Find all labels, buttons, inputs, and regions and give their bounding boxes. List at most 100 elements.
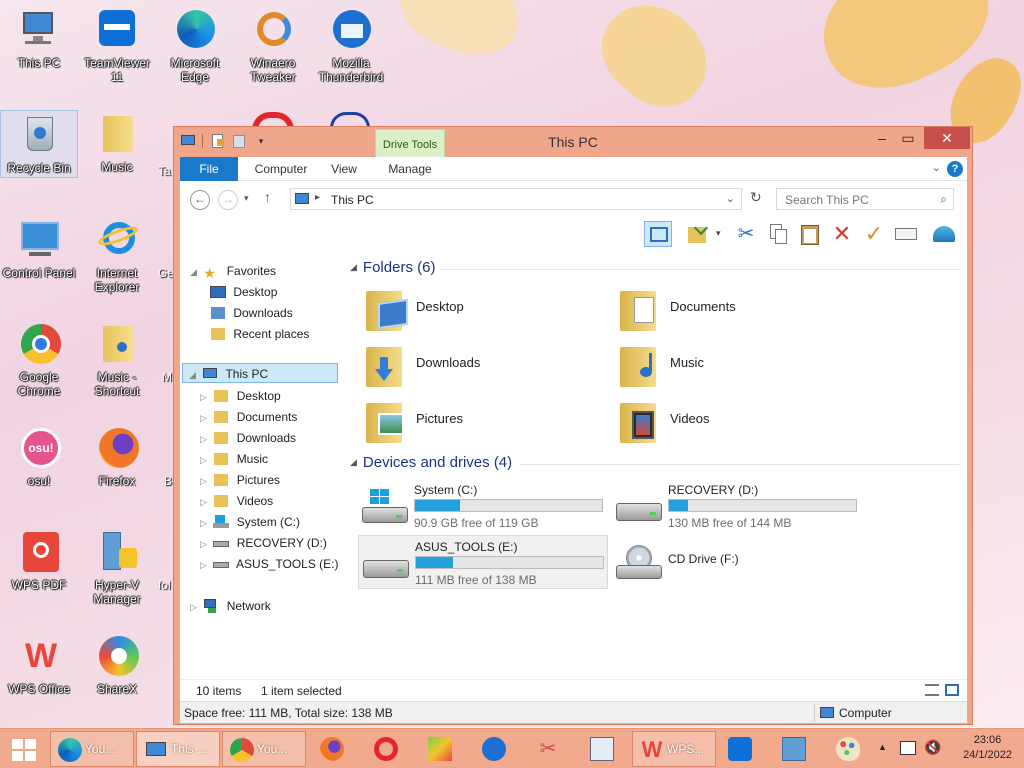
recent-locations-icon[interactable]: ▾ [244,193,249,204]
expand-arrow-icon[interactable]: ▷ [200,555,210,575]
clock[interactable]: 23:06 24/1/2022 [963,733,1012,763]
rename-icon[interactable] [892,221,920,247]
desktop-icon-edge[interactable]: Microsoft Edge [156,6,234,84]
maximize-button[interactable]: ▭ [894,127,922,149]
nav-pc-downloads[interactable]: ▷ Downloads [200,428,296,448]
collapse-caret-icon[interactable]: ◢ [350,262,357,272]
search-icon[interactable]: ⌕ [940,192,947,207]
explorer-window[interactable]: ▾ Drive Tools This PC – ▭ ✕ File Compute… [173,126,973,725]
folders-group-header[interactable]: ◢ Folders (6) [350,259,435,276]
address-bar[interactable]: ▸ This PC ⌄ [290,188,742,210]
desktop-icon-this-pc[interactable]: This PC [0,6,78,70]
dropdown-icon[interactable]: ▾ [716,228,721,239]
desktop-icon-sharex[interactable]: ShareX [78,632,156,696]
nav-this-pc[interactable]: ◢ This PC [182,363,338,383]
taskbar-teamviewer[interactable] [718,731,762,767]
desktop-icon-teamviewer[interactable]: TeamViewer 11 [78,6,156,84]
collapse-arrow-icon[interactable]: ◢ [190,262,200,282]
minimize-button[interactable]: – [868,127,896,149]
show-hidden-icons-icon[interactable]: ▲ [878,742,887,752]
taskbar-firefox[interactable] [310,731,354,767]
close-button[interactable]: ✕ [924,127,970,149]
expand-arrow-icon[interactable]: ▷ [200,471,210,491]
nav-favorites[interactable]: ◢ ★ Favorites [190,261,276,281]
folder-videos[interactable]: Videos [614,395,854,449]
nav-pc-videos[interactable]: ▷ Videos [200,491,273,511]
forward-button[interactable]: → [218,190,238,210]
checkmark-icon[interactable]: ✓ [860,221,888,247]
taskbar-edge[interactable]: You... [50,731,134,767]
collapse-caret-icon[interactable]: ◢ [350,457,357,467]
copy-icon[interactable] [764,221,792,247]
nav-pc-music[interactable]: ▷ Music [200,449,268,469]
preview-pane-icon[interactable] [644,221,672,247]
delete-icon[interactable]: ✕ [828,221,856,247]
taskbar-explorer[interactable]: This ... [136,731,220,767]
desktop-icon-recycle-bin[interactable]: Recycle Bin [0,110,78,178]
network-status-icon[interactable] [900,741,916,755]
nav-favorite-recent-places[interactable]: Recent places [210,324,309,344]
nav-favorite-desktop[interactable]: Desktop [210,282,277,302]
desktop-icon-control-panel[interactable]: Control Panel [0,216,78,280]
expand-arrow-icon[interactable]: ▷ [200,450,210,470]
folder-documents[interactable]: Documents [614,283,854,337]
collapse-arrow-icon[interactable]: ◢ [189,365,199,385]
folder-pictures[interactable]: Pictures [360,395,600,449]
title-bar[interactable]: ▾ Drive Tools This PC – ▭ ✕ [174,127,972,157]
expand-arrow-icon[interactable]: ▷ [200,408,210,428]
tab-file[interactable]: File [180,157,238,181]
expand-arrow-icon[interactable]: ▷ [200,387,210,407]
nav-pc-desktop[interactable]: ▷ Desktop [200,386,281,406]
expand-arrow-icon[interactable]: ▷ [200,492,210,512]
taskbar-thunderbird[interactable] [472,731,516,767]
desktop-icon-music[interactable]: Music [78,110,156,174]
drive-cd-f[interactable]: CD Drive (F:) [612,535,862,589]
nav-network[interactable]: ▷ Network [190,596,271,616]
desktop-icon-internet-explorer[interactable]: Internet Explorer [78,216,156,294]
desktop-icon-music-shortcut[interactable]: Music - Shortcut [78,320,156,398]
taskbar-resource-monitor[interactable] [580,731,624,767]
back-button[interactable]: ← [190,190,210,210]
drive-recovery-d[interactable]: RECOVERY (D:) 130 MB free of 144 MB [612,479,862,533]
large-icons-view-icon[interactable] [945,684,959,696]
folder-desktop[interactable]: Desktop [360,283,600,337]
up-button[interactable]: ↑ [264,189,271,205]
paste-icon[interactable] [796,221,824,247]
taskbar-wps[interactable]: W WPS... [632,731,716,767]
expand-arrow-icon[interactable]: ▷ [200,534,210,554]
desktop-icon-hyper-v[interactable]: Hyper-V Manager [78,528,156,606]
help-icon[interactable]: ? [947,161,963,177]
folder-downloads[interactable]: Downloads [360,339,600,393]
desktop-icon-wps-pdf[interactable]: WPS PDF [0,528,78,592]
volume-muted-icon[interactable]: 🔇 [924,739,941,756]
breadcrumb[interactable]: This PC [331,193,374,207]
tab-view[interactable]: View [324,157,364,181]
nav-pc-documents[interactable]: ▷ Documents [200,407,297,427]
nav-pc-pictures[interactable]: ▷ Pictures [200,470,280,490]
search-box[interactable]: Search This PC ⌕ [776,188,954,210]
properties-folder-icon[interactable] [684,220,712,247]
nav-pc-asus-tools-e[interactable]: ▷ ASUS_TOOLS (E:) [200,554,339,574]
taskbar-hyper-v[interactable] [772,731,816,767]
drive-asus-tools-e[interactable]: ASUS_TOOLS (E:) 111 MB free of 138 MB [358,535,608,589]
taskbar-opera[interactable] [364,731,408,767]
desktop-icon-thunderbird[interactable]: Mozilla Thunderbird [312,6,390,84]
desktop-icon-firefox[interactable]: Firefox [78,424,156,488]
taskbar-chrome[interactable]: You... [222,731,306,767]
expand-arrow-icon[interactable]: ▷ [190,597,200,617]
search-input[interactable]: Search This PC [785,193,869,207]
expand-arrow-icon[interactable]: ▷ [200,513,210,533]
refresh-icon[interactable]: ↻ [750,189,762,206]
nav-favorite-downloads[interactable]: Downloads [210,303,293,323]
taskbar-snipping-tool[interactable]: ✂ [526,731,570,767]
desktop-icon-winaero[interactable]: Winaero Tweaker [234,6,312,84]
details-view-icon[interactable] [925,684,939,696]
taskbar-bluestacks[interactable] [418,731,462,767]
network-shell-icon[interactable] [930,221,958,247]
tab-manage[interactable]: Manage [376,157,444,181]
desktop-icon-osu[interactable]: osu! osu! [0,424,78,488]
desktop-icon-chrome[interactable]: Google Chrome [0,320,78,398]
folder-music[interactable]: Music [614,339,854,393]
tab-computer[interactable]: Computer [246,157,316,181]
nav-pc-system-c[interactable]: ▷ System (C:) [200,512,300,532]
